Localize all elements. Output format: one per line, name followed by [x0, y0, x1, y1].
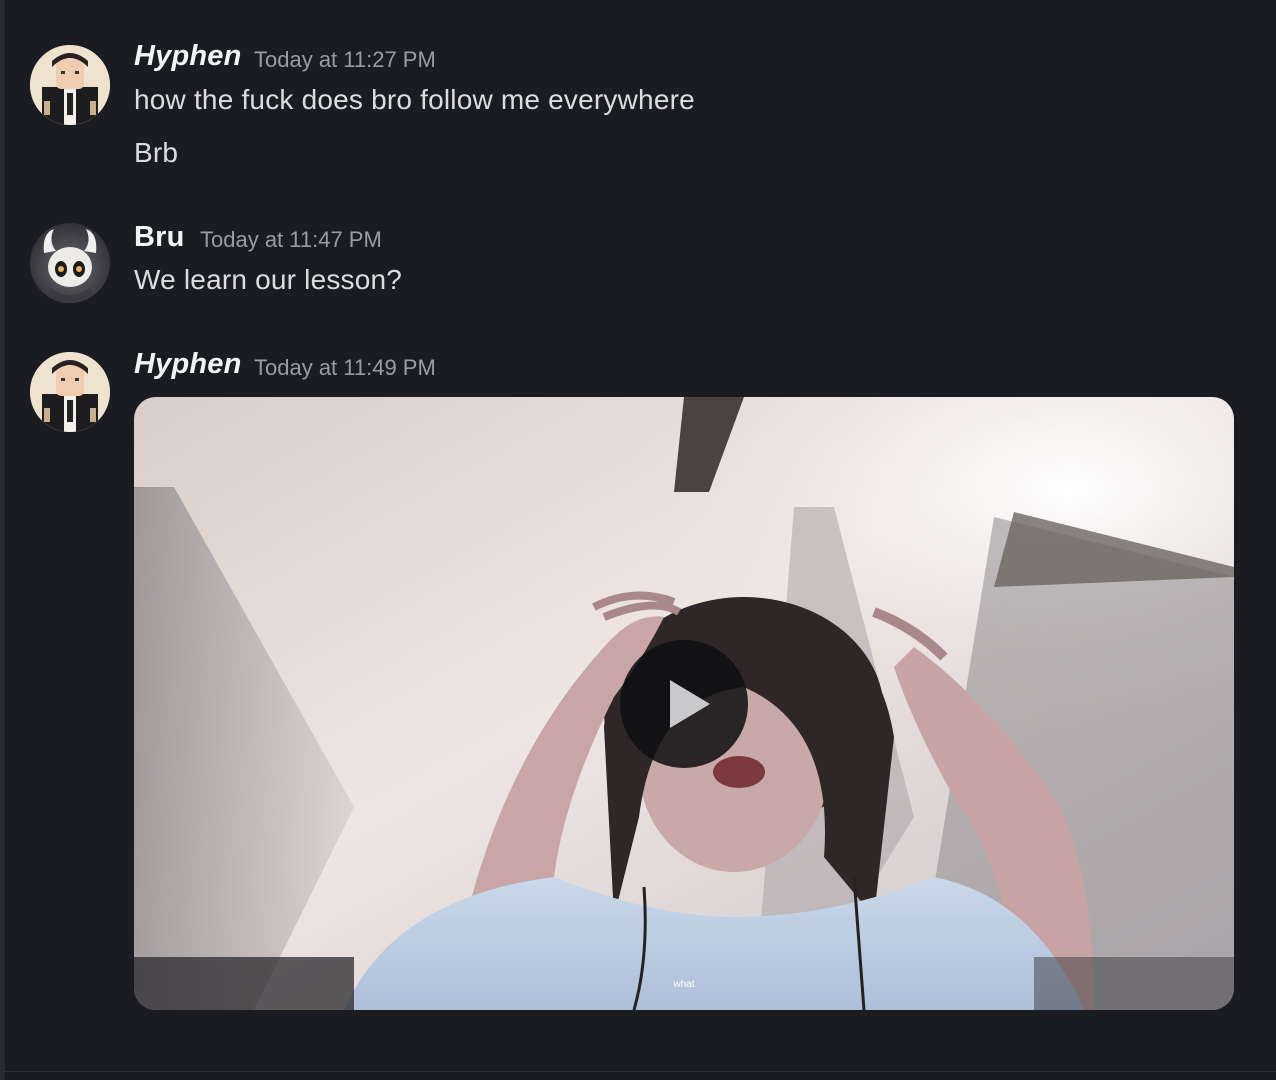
- message-text: how the fuck does bro follow me everywhe…: [134, 84, 695, 115]
- play-icon: [670, 680, 710, 728]
- play-button[interactable]: [620, 640, 748, 768]
- username[interactable]: Hyphen: [134, 348, 242, 381]
- message-text: Brb: [134, 137, 179, 168]
- username[interactable]: Bru: [134, 221, 185, 254]
- message-timestamp: Today at 11:27 PM: [254, 47, 436, 72]
- message-text: We learn our lesson?: [134, 264, 403, 295]
- avatar[interactable]: [30, 45, 110, 125]
- avatar[interactable]: [30, 352, 110, 432]
- message-timestamp: Today at 11:47 PM: [200, 227, 382, 252]
- message-timestamp: Today at 11:49 PM: [254, 355, 436, 380]
- divider: [0, 1071, 1276, 1072]
- video-caption: what: [672, 979, 694, 990]
- channel-left-edge: [0, 0, 5, 1080]
- avatar[interactable]: [30, 223, 110, 303]
- username[interactable]: Hyphen: [134, 40, 242, 73]
